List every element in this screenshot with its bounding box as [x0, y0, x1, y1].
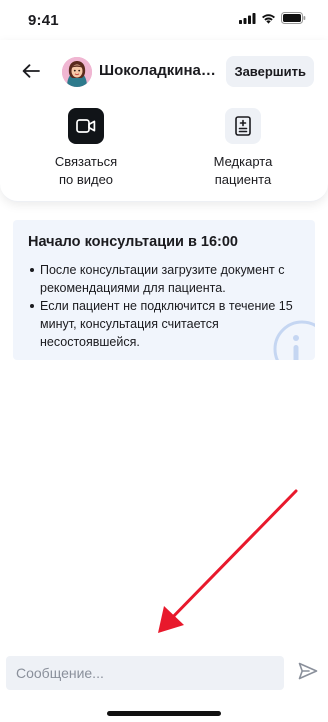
cellular-signal-icon: [239, 11, 256, 29]
annotation-arrow-icon: [158, 489, 298, 633]
consultation-info-card: Начало консультации в 16:00 После консул…: [13, 220, 315, 360]
info-icon: [271, 318, 315, 360]
info-list: После консультации загрузите документ с …: [28, 261, 308, 351]
status-icons: [239, 11, 306, 29]
info-item: Если пациент не подключится в течение 15…: [28, 297, 308, 351]
medical-record-action[interactable]: Медкарта пациента: [183, 108, 303, 189]
battery-icon: [281, 11, 306, 29]
status-time: 9:41: [28, 11, 59, 29]
header-row: Шоколадкина ... Завершить: [0, 54, 328, 90]
consultation-header-card: Шоколадкина ... Завершить Связаться по в…: [0, 40, 328, 202]
patient-name[interactable]: Шоколадкина ...: [99, 62, 217, 79]
video-camera-icon: [68, 108, 104, 144]
video-call-action[interactable]: Связаться по видео: [26, 108, 146, 189]
send-button[interactable]: [296, 661, 320, 685]
medical-record-icon: [225, 108, 261, 144]
wifi-icon: [261, 11, 276, 29]
info-item: После консультации загрузите документ с …: [28, 261, 308, 297]
status-bar: 9:41: [0, 0, 328, 40]
video-call-label: Связаться по видео: [54, 154, 118, 187]
info-title: Начало консультации в 16:00: [28, 234, 238, 250]
home-indicator: [107, 711, 221, 716]
send-icon: [298, 662, 318, 685]
arrow-left-icon: [22, 63, 40, 83]
back-button[interactable]: [20, 62, 42, 84]
finish-consultation-button[interactable]: Завершить: [226, 56, 314, 87]
avatar[interactable]: [62, 57, 92, 87]
message-input[interactable]: [6, 656, 284, 690]
medical-record-label: Медкарта пациента: [213, 154, 273, 187]
quick-actions: Связаться по видео Медкарта пациента: [0, 108, 328, 194]
